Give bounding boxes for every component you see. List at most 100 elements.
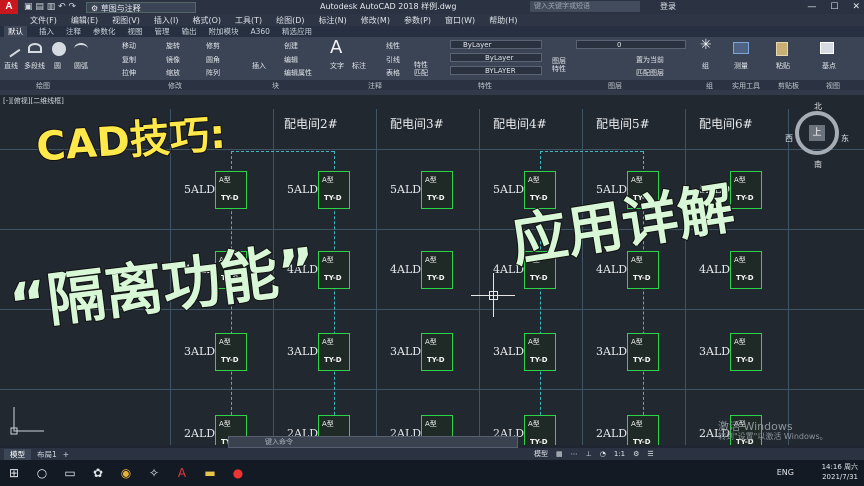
menu-help[interactable]: 帮助(H): [489, 15, 517, 26]
cabinet-block[interactable]: A型 TY-D: [421, 333, 453, 371]
dimension-button[interactable]: 标注: [352, 61, 366, 71]
layer-properties-button[interactable]: 图层 特性: [552, 57, 566, 73]
array-button[interactable]: 阵列: [206, 68, 220, 78]
group-button[interactable]: 组: [702, 61, 709, 71]
workspace-switcher[interactable]: ⚙ 草图与注释: [86, 1, 197, 13]
insert-block-button[interactable]: 插入: [252, 61, 266, 71]
tray-language[interactable]: ENG: [777, 468, 794, 477]
circle-button[interactable]: 圆: [54, 61, 61, 71]
fillet-button[interactable]: 圆角: [206, 55, 220, 65]
stretch-button[interactable]: 拉伸: [122, 68, 136, 78]
close-button[interactable]: ✕: [852, 0, 860, 14]
grid-icon[interactable]: ▦: [556, 450, 563, 458]
copy-button[interactable]: 复制: [122, 55, 136, 65]
cabinet-block[interactable]: A型 TY-D: [524, 415, 556, 445]
gear-icon[interactable]: ⚙: [633, 450, 639, 458]
viewcube-top-face[interactable]: 上: [809, 125, 825, 141]
tab-a360[interactable]: A360: [251, 27, 270, 36]
model-space-toggle[interactable]: 模型: [534, 449, 548, 459]
cabinet-block[interactable]: A型 TY-D: [215, 333, 247, 371]
cabinet-block[interactable]: A型 TY-D: [627, 415, 659, 445]
system-clock[interactable]: 14:16 周六 2021/7/31: [822, 462, 858, 482]
arc-button[interactable]: 圆弧: [74, 61, 88, 71]
table-button[interactable]: 表格: [386, 68, 400, 78]
tab-model[interactable]: 模型: [4, 448, 31, 460]
menu-dimension[interactable]: 标注(N): [319, 15, 347, 26]
text-button[interactable]: 文字: [330, 61, 344, 71]
menu-window[interactable]: 窗口(W): [445, 15, 475, 26]
tab-featured-apps[interactable]: 精选应用: [282, 26, 312, 37]
cabinet-block[interactable]: A型 TY-D: [730, 251, 762, 289]
menu-insert[interactable]: 插入(I): [154, 15, 179, 26]
windows-start-icon[interactable]: ⊞: [0, 460, 28, 486]
maximize-button[interactable]: ☐: [830, 0, 838, 14]
menu-modify[interactable]: 修改(M): [361, 15, 390, 26]
autocad-app-button[interactable]: A: [0, 0, 18, 14]
task-view-icon[interactable]: ▭: [56, 460, 84, 486]
menu-icon[interactable]: ☰: [647, 450, 653, 458]
move-button[interactable]: 移动: [122, 41, 136, 51]
polyline-icon[interactable]: [28, 43, 42, 53]
menu-view[interactable]: 视图(V): [112, 15, 140, 26]
folder-icon[interactable]: ▬: [196, 460, 224, 486]
search-icon[interactable]: ○: [28, 460, 56, 486]
viewcube[interactable]: 北 上 西 东 南: [785, 102, 849, 169]
base-icon[interactable]: [820, 42, 834, 54]
scale-button[interactable]: 缩放: [166, 68, 180, 78]
tab-view[interactable]: 视图: [128, 26, 143, 37]
rotate-button[interactable]: 旋转: [166, 41, 180, 51]
linetype-dropdown[interactable]: ByLayer: [450, 53, 542, 62]
match-properties-button[interactable]: 特性 匹配: [414, 61, 428, 77]
arc-icon[interactable]: [74, 43, 88, 55]
browser-icon[interactable]: ◉: [112, 460, 140, 486]
menu-file[interactable]: 文件(F): [30, 15, 57, 26]
menu-parametric[interactable]: 参数(P): [404, 15, 431, 26]
autocad-taskbar-icon[interactable]: A: [168, 460, 196, 486]
cabinet-block[interactable]: A型 TY-D: [730, 171, 762, 209]
set-current-button[interactable]: 置为当前: [636, 55, 664, 65]
trim-button[interactable]: 修剪: [206, 41, 220, 51]
cabinet-block[interactable]: A型 TY-D: [318, 251, 350, 289]
polyline-button[interactable]: 多段线: [24, 61, 45, 71]
line-button[interactable]: 直线: [4, 61, 18, 71]
create-block-button[interactable]: 创建: [284, 41, 298, 51]
paste-button[interactable]: 粘贴: [776, 61, 790, 71]
compass-east[interactable]: 东: [841, 133, 849, 144]
ortho-icon[interactable]: ⊥: [586, 450, 592, 458]
layer-dropdown[interactable]: 0: [576, 40, 686, 49]
measure-icon[interactable]: [733, 42, 749, 54]
cabinet-block[interactable]: A型 TY-D: [730, 333, 762, 371]
recorder-icon[interactable]: ●: [224, 460, 252, 486]
compass-south[interactable]: 南: [814, 159, 822, 170]
tab-addins[interactable]: 附加模块: [209, 26, 239, 37]
cabinet-block[interactable]: A型 TY-D: [215, 171, 247, 209]
color-dropdown[interactable]: ByLayer: [450, 40, 542, 49]
cabinet-block[interactable]: A型 TY-D: [524, 333, 556, 371]
add-layout-button[interactable]: +: [63, 450, 69, 459]
app-icon[interactable]: ✿: [84, 460, 112, 486]
search-input[interactable]: 键入关键字或短语: [530, 1, 640, 12]
tab-layout1[interactable]: 布局1: [37, 449, 57, 460]
viewport-label[interactable]: [-][俯视][二维线框]: [3, 96, 64, 106]
edit-block-button[interactable]: 编辑: [284, 55, 298, 65]
compass-west[interactable]: 西: [785, 133, 793, 144]
menu-format[interactable]: 格式(O): [192, 15, 221, 26]
line-icon[interactable]: [3, 40, 21, 58]
minimize-button[interactable]: —: [807, 0, 816, 14]
cabinet-block[interactable]: A型 TY-D: [421, 171, 453, 209]
cabinet-block[interactable]: A型 TY-D: [627, 333, 659, 371]
tab-manage[interactable]: 管理: [155, 26, 170, 37]
tab-default[interactable]: 默认: [4, 26, 27, 37]
lineweight-dropdown[interactable]: BYLAYER: [450, 66, 542, 75]
leader-button[interactable]: 引线: [386, 55, 400, 65]
mirror-button[interactable]: 镜像: [166, 55, 180, 65]
menu-draw[interactable]: 绘图(D): [276, 15, 304, 26]
login-button[interactable]: 登录: [660, 1, 676, 12]
text-icon[interactable]: A: [330, 37, 342, 58]
paste-icon[interactable]: [776, 42, 788, 56]
app-icon[interactable]: ✧: [140, 460, 168, 486]
linear-dim-button[interactable]: 线性: [386, 41, 400, 51]
cabinet-block[interactable]: A型 TY-D: [421, 251, 453, 289]
cabinet-block[interactable]: A型 TY-D: [318, 333, 350, 371]
circle-icon[interactable]: [52, 42, 66, 56]
